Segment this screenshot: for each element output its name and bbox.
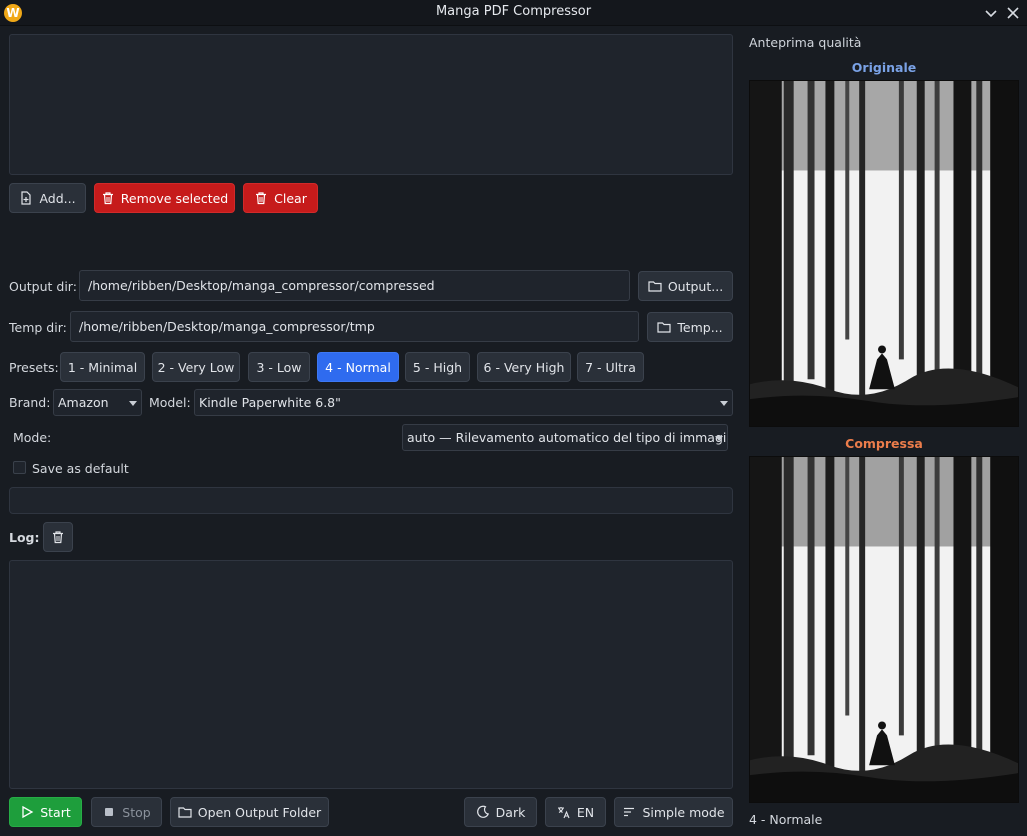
model-value: Kindle Paperwhite 6.8" <box>199 395 341 410</box>
folder-icon <box>178 807 192 818</box>
stop-icon <box>105 808 114 816</box>
translate-icon <box>557 807 570 819</box>
preview-status: 4 - Normale <box>749 812 823 827</box>
chevron-down-icon <box>720 401 728 406</box>
preset-button-very-low[interactable]: 2 - Very Low <box>152 352 240 382</box>
start-label: Start <box>40 804 71 820</box>
trash-icon <box>53 531 63 544</box>
temp-dir-field[interactable]: /home/ribben/Desktop/manga_compressor/tm… <box>70 311 639 342</box>
temp-dir-label: Temp dir: <box>9 320 67 335</box>
language-label: EN <box>576 804 595 820</box>
open-output-folder-button[interactable]: Open Output Folder <box>170 797 329 827</box>
compressed-preview-image <box>749 456 1019 803</box>
brand-label: Brand: <box>9 395 51 410</box>
save-default-label: Save as default <box>32 461 129 476</box>
folder-icon <box>648 281 662 292</box>
output-browse-label: Output... <box>667 278 724 294</box>
mode-value: auto — Rilevamento automatico del tipo d… <box>407 430 728 445</box>
language-button[interactable]: EN <box>545 797 606 827</box>
remove-selected-button[interactable]: Remove selected <box>94 183 235 213</box>
original-label: Originale <box>851 60 917 75</box>
output-dir-label: Output dir: <box>9 279 77 294</box>
brand-value: Amazon <box>58 395 109 410</box>
log-label: Log: <box>9 530 40 545</box>
window-title: Manga PDF Compressor <box>435 4 592 19</box>
folder-icon <box>657 322 671 333</box>
chevron-down-icon <box>129 401 137 406</box>
mode-label: Mode: <box>13 430 52 445</box>
preset-button-ultra[interactable]: 7 - Ultra <box>577 352 644 382</box>
moon-icon <box>476 805 489 818</box>
simple-mode-button[interactable]: Simple mode <box>614 797 733 827</box>
temp-browse-button[interactable]: Temp... <box>647 312 733 342</box>
lines-icon <box>624 807 635 817</box>
model-label: Model: <box>149 395 191 410</box>
preview-title: Anteprima qualità <box>749 35 862 50</box>
progress-bar <box>9 487 733 514</box>
theme-label: Dark <box>495 804 526 820</box>
play-icon <box>22 805 34 819</box>
mode-select[interactable]: auto — Rilevamento automatico del tipo d… <box>402 424 728 451</box>
brand-select[interactable]: Amazon <box>53 389 142 416</box>
chevron-down-icon <box>715 436 723 441</box>
model-select[interactable]: Kindle Paperwhite 6.8" <box>194 389 733 416</box>
preset-button-very-high[interactable]: 6 - Very High <box>477 352 571 382</box>
remove-selected-label: Remove selected <box>120 190 229 206</box>
close-icon[interactable] <box>1003 3 1023 23</box>
trash-icon <box>256 192 267 205</box>
stop-button[interactable]: Stop <box>91 797 162 827</box>
open-output-folder-label: Open Output Folder <box>197 804 322 820</box>
clear-label: Clear <box>274 190 307 206</box>
add-files-label: Add... <box>39 190 76 206</box>
simple-mode-label: Simple mode <box>642 804 725 820</box>
save-default-checkbox[interactable] <box>13 461 26 474</box>
output-browse-button[interactable]: Output... <box>638 271 733 301</box>
file-list[interactable] <box>9 34 733 175</box>
compressed-label: Compressa <box>845 436 923 451</box>
preset-button-high[interactable]: 5 - High <box>405 352 470 382</box>
add-files-button[interactable]: Add... <box>9 183 86 213</box>
log-output[interactable] <box>9 560 733 789</box>
clear-log-button[interactable] <box>43 522 73 552</box>
preset-button-minimal[interactable]: 1 - Minimal <box>60 352 145 382</box>
theme-toggle-button[interactable]: Dark <box>464 797 537 827</box>
trash-icon <box>102 192 113 205</box>
start-button[interactable]: Start <box>9 797 82 827</box>
minimize-chevron-icon[interactable] <box>981 3 1001 23</box>
clear-button[interactable]: Clear <box>243 183 318 213</box>
temp-browse-label: Temp... <box>677 319 723 335</box>
preset-button-low[interactable]: 3 - Low <box>248 352 310 382</box>
stop-label: Stop <box>122 804 151 820</box>
title-bar: W Manga PDF Compressor <box>0 0 1027 26</box>
file-add-icon <box>21 191 32 205</box>
output-dir-field[interactable]: /home/ribben/Desktop/manga_compressor/co… <box>79 270 630 301</box>
original-preview-image <box>749 80 1019 427</box>
presets-label: Presets: <box>9 360 59 375</box>
preset-button-normal[interactable]: 4 - Normal <box>317 352 399 382</box>
